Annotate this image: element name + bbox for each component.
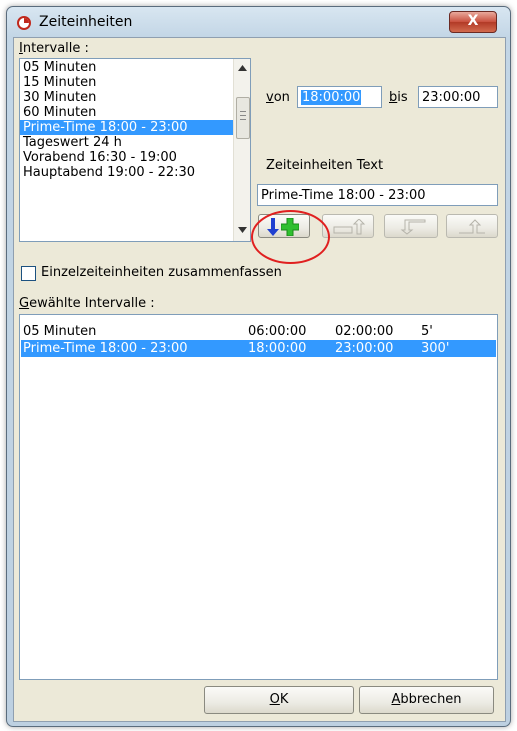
row-end: 23:00:00 xyxy=(335,341,394,356)
insert-before-button[interactable] xyxy=(384,214,438,238)
scroll-up-icon[interactable] xyxy=(238,65,247,71)
list-item[interactable]: Hauptabend 19:00 - 22:30 xyxy=(20,165,233,180)
table-row-selected[interactable]: Prime-Time 18:00 - 23:00 18:00:00 23:00:… xyxy=(21,340,496,357)
scroll-thumb[interactable] xyxy=(236,97,250,139)
intervals-listbox[interactable]: 05 Minuten 15 Minuten 30 Minuten 60 Minu… xyxy=(19,58,251,242)
unit-text-field[interactable]: Prime-Time 18:00 - 23:00 xyxy=(257,184,498,206)
selected-intervals-listbox[interactable]: 05 Minuten 06:00:00 02:00:00 5' Prime-Ti… xyxy=(19,314,498,680)
ok-button[interactable]: OK xyxy=(204,686,354,714)
row-start: 18:00:00 xyxy=(248,341,307,356)
clock-icon xyxy=(17,16,31,30)
row-end: 02:00:00 xyxy=(335,324,394,339)
list-item[interactable]: 30 Minuten xyxy=(20,90,233,105)
window-title: Zeiteinheiten xyxy=(39,14,133,30)
intervals-list: 05 Minuten 15 Minuten 30 Minuten 60 Minu… xyxy=(20,60,233,180)
list-item[interactable]: 60 Minuten xyxy=(20,105,233,120)
annotation-circle xyxy=(251,210,330,264)
von-label: von xyxy=(266,90,290,105)
list-item[interactable]: 15 Minuten xyxy=(20,75,233,90)
title-bar[interactable]: Zeiteinheiten X xyxy=(7,7,510,35)
row-name: 05 Minuten xyxy=(23,324,97,339)
bis-time-field[interactable]: 23:00:00 xyxy=(418,86,498,108)
row-duration: 5' xyxy=(421,324,433,339)
merge-units-label: Einzelzeiteinheiten zusammenfassen xyxy=(41,265,282,280)
row-duration: 300' xyxy=(421,341,450,356)
list-item[interactable]: Tageswert 24 h xyxy=(20,135,233,150)
selected-intervals-label: Gewählte Intervalle : xyxy=(19,296,155,311)
list-item-selected[interactable]: Prime-Time 18:00 - 23:00 xyxy=(20,120,233,135)
close-button[interactable]: X xyxy=(449,11,497,33)
scroll-down-icon[interactable] xyxy=(238,227,247,233)
return-arrow-icon xyxy=(400,219,426,235)
merge-units-checkbox[interactable] xyxy=(21,266,36,281)
table-row[interactable]: 05 Minuten 06:00:00 02:00:00 5' xyxy=(21,323,496,340)
row-name: Prime-Time 18:00 - 23:00 xyxy=(23,341,188,356)
dialog-client-area: Intervalle : 05 Minuten 15 Minuten 30 Mi… xyxy=(13,37,506,722)
von-time-field[interactable]: 18:00:00 xyxy=(297,86,382,108)
list-item[interactable]: 05 Minuten xyxy=(20,60,233,75)
step-up-icon xyxy=(459,219,485,234)
move-up-icon xyxy=(333,219,366,235)
row-start: 06:00:00 xyxy=(248,324,307,339)
list-item[interactable]: Vorabend 16:30 - 19:00 xyxy=(20,150,233,165)
insert-after-button[interactable] xyxy=(446,214,498,238)
cancel-button[interactable]: Abbrechen xyxy=(359,686,494,714)
dialog-window: Zeiteinheiten X Intervalle : 05 Minuten … xyxy=(6,6,511,727)
intervals-scrollbar[interactable] xyxy=(233,59,250,241)
unit-text-label: Zeiteinheiten Text xyxy=(266,158,384,173)
bis-label: bis xyxy=(389,90,408,105)
intervals-label: Intervalle : xyxy=(19,41,89,56)
